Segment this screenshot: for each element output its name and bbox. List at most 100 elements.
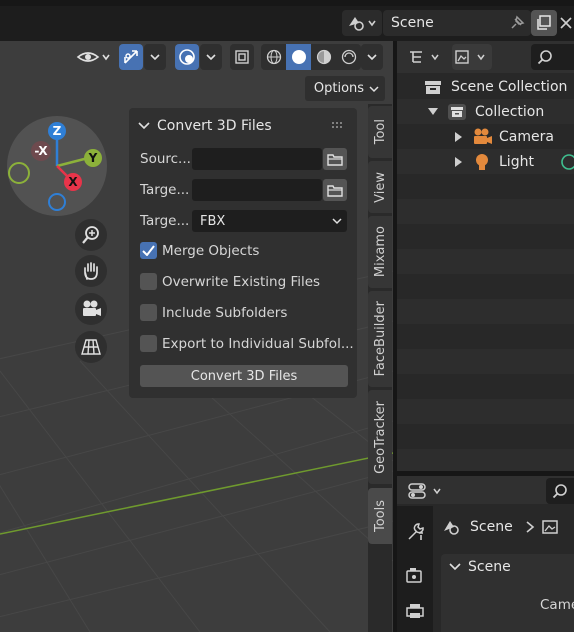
overwrite-files-box[interactable] (140, 273, 157, 290)
convert-3d-files-button[interactable]: Convert 3D Files (140, 365, 348, 387)
sidebar-tabs: Tool View Mixamo FaceBuilder GeoTracker … (368, 104, 392, 632)
include-subfolders-checkbox[interactable]: Include Subfolders (140, 304, 287, 321)
tab-geotracker[interactable]: GeoTracker (368, 390, 392, 484)
display-mode-dropdown[interactable] (406, 44, 446, 70)
camera-view-button[interactable] (75, 293, 107, 325)
solid-shading-button[interactable] (286, 44, 311, 70)
expand-arrow-down-icon[interactable] (428, 107, 438, 116)
breadcrumb: Scene (441, 516, 574, 538)
chevron-down-icon (369, 86, 379, 93)
tab-geotracker-label: GeoTracker (372, 400, 388, 474)
overwrite-files-checkbox[interactable]: Overwrite Existing Files (140, 273, 320, 290)
properties-editor: Scene Scene Came (397, 476, 574, 632)
overlays-toggle-button[interactable] (175, 44, 199, 70)
tab-facebuilder[interactable]: FaceBuilder (368, 291, 392, 387)
output-properties-tab[interactable] (402, 598, 428, 624)
perspective-toggle-button[interactable] (75, 331, 107, 363)
source-browse-button[interactable] (323, 148, 347, 170)
tool-properties-tab[interactable] (402, 518, 428, 544)
outliner-empty-rows (397, 174, 574, 471)
solid-sphere-icon (291, 50, 306, 64)
wireframe-shading-button[interactable] (261, 44, 286, 70)
scene-collection-label: Scene Collection (451, 78, 568, 95)
new-scene-button[interactable] (531, 10, 557, 36)
source-folder-label: Sourc... (140, 151, 191, 167)
duplicate-icon (537, 15, 551, 30)
tab-tool[interactable]: Tool (368, 106, 392, 158)
panel-header[interactable]: Convert 3D Files (137, 114, 349, 138)
gizmo-toggle-button[interactable] (119, 44, 143, 70)
scene-selector-dropdown[interactable] (342, 10, 382, 36)
rendered-sphere-icon (341, 49, 356, 65)
horizontal-area-divider[interactable] (397, 471, 574, 476)
source-folder-input[interactable] (192, 148, 322, 170)
drag-handle-icon[interactable] (331, 121, 345, 131)
expand-arrow-right-icon[interactable] (455, 131, 462, 142)
render-properties-tab[interactable] (402, 562, 428, 588)
pan-button[interactable] (75, 255, 107, 287)
target-folder-label: Targe... (140, 182, 190, 198)
filter-dropdown[interactable] (452, 44, 492, 70)
printer-icon (406, 604, 424, 618)
vertical-area-divider[interactable] (393, 41, 397, 632)
export-individual-box[interactable] (140, 335, 157, 352)
include-subfolders-box[interactable] (140, 304, 157, 321)
outliner-row-light[interactable]: Light (397, 149, 574, 174)
properties-search-input[interactable] (546, 478, 574, 504)
outliner-row-scene-collection[interactable]: Scene Collection (397, 74, 574, 99)
light-data-icon[interactable] (560, 153, 574, 171)
folder-icon (327, 154, 343, 166)
tab-tools[interactable]: Tools (368, 488, 392, 544)
rendered-shading-button[interactable] (336, 44, 361, 70)
outliner-row-camera[interactable]: Camera (397, 124, 574, 149)
material-shading-button[interactable] (311, 44, 336, 70)
gizmo-dropdown[interactable] (144, 44, 166, 70)
target-browse-button[interactable] (323, 179, 347, 201)
overwrite-files-label: Overwrite Existing Files (162, 273, 321, 290)
tab-view-label: View (372, 171, 388, 203)
tab-view[interactable]: View (368, 161, 392, 213)
scene-icon (444, 521, 459, 535)
overlays-dropdown[interactable] (200, 44, 222, 70)
tab-mixamo[interactable]: Mixamo (368, 216, 392, 288)
xray-toggle-button[interactable] (230, 44, 254, 70)
outliner-editor: Scene Collection Collection Camera Light (397, 41, 574, 471)
image-icon (541, 520, 558, 534)
expand-arrow-right-icon[interactable] (455, 156, 462, 167)
chevron-down-icon (367, 54, 377, 61)
target-format-value: FBX (200, 213, 226, 229)
scene-section-header[interactable]: Scene (449, 559, 511, 575)
include-subfolders-label: Include Subfolders (162, 304, 288, 321)
merge-objects-checkbox[interactable]: Merge Objects (140, 242, 259, 259)
eye-icon (76, 52, 110, 62)
zoom-button[interactable] (75, 219, 107, 251)
shading-mode-group (261, 44, 361, 70)
breadcrumb-scene: Scene (470, 519, 513, 535)
visibility-dropdown[interactable] (74, 44, 114, 70)
x-axis-label: X (68, 175, 78, 189)
convert-3d-files-panel: Convert 3D Files Sourc... Targe... Targe… (129, 108, 357, 398)
outliner-search-input[interactable] (531, 44, 574, 70)
export-individual-checkbox[interactable]: Export to Individual Subfol... (140, 335, 354, 352)
outliner-row-collection[interactable]: Collection (397, 99, 574, 124)
pin-icon[interactable] (506, 12, 528, 34)
target-format-select[interactable]: FBX (192, 210, 347, 232)
merge-objects-box[interactable] (140, 242, 157, 259)
target-folder-input[interactable] (192, 179, 322, 201)
export-individual-label: Export to Individual Subfol... (162, 335, 354, 352)
folder-icon (327, 185, 343, 197)
checkmark-icon (142, 245, 155, 256)
options-dropdown[interactable]: Options (305, 76, 385, 101)
chevron-down-icon (206, 54, 216, 61)
camera-label: Camera (499, 128, 554, 145)
shading-dropdown[interactable] (361, 44, 383, 70)
delete-scene-button[interactable] (557, 10, 574, 36)
search-icon (552, 484, 567, 499)
navigation-gizmo[interactable]: Z Y -X X (5, 114, 109, 218)
editor-type-dropdown[interactable] (406, 478, 446, 504)
overlay-icon (179, 49, 195, 65)
outliner-list-icon (410, 51, 439, 63)
scene-section-title: Scene (468, 559, 511, 575)
target-format-label: Targe... (140, 213, 190, 229)
camera-object-icon (474, 128, 492, 144)
